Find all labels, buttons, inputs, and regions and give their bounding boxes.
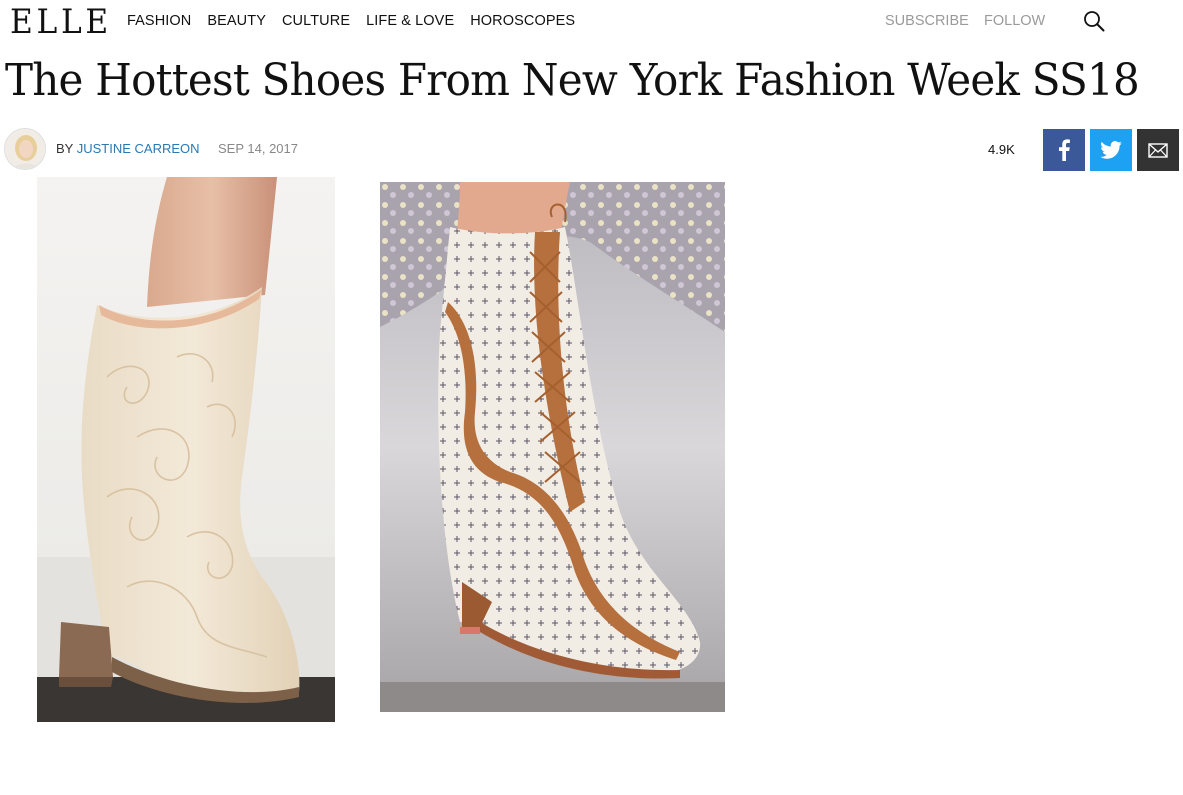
- facebook-icon: [1059, 139, 1070, 161]
- email-icon: [1148, 142, 1168, 158]
- boot-photo-2[interactable]: [380, 182, 725, 712]
- elle-logo[interactable]: ELLE: [10, 2, 112, 42]
- twitter-share-button[interactable]: [1090, 129, 1132, 171]
- main-nav: FASHION BEAUTY CULTURE LIFE & LOVE HOROS…: [127, 13, 591, 29]
- author-avatar[interactable]: [4, 128, 46, 170]
- nav-item-life-love[interactable]: LIFE & LOVE: [366, 13, 454, 29]
- facebook-share-button[interactable]: [1043, 129, 1085, 171]
- follow-link[interactable]: FOLLOW: [984, 13, 1045, 29]
- search-icon[interactable]: [1083, 10, 1105, 32]
- email-share-button[interactable]: [1137, 129, 1179, 171]
- byline-prefix: BY: [56, 141, 74, 156]
- article-title: The Hottest Shoes From New York Fashion …: [5, 55, 1140, 106]
- subscribe-link[interactable]: SUBSCRIBE: [885, 13, 969, 29]
- boot-photo-1[interactable]: [37, 177, 335, 722]
- nav-item-horoscopes[interactable]: HOROSCOPES: [470, 13, 575, 29]
- nav-item-beauty[interactable]: BEAUTY: [207, 13, 266, 29]
- twitter-icon: [1100, 141, 1122, 159]
- byline: BY JUSTINE CARREON: [56, 141, 200, 156]
- nav-item-culture[interactable]: CULTURE: [282, 13, 350, 29]
- share-count: 4.9K: [988, 142, 1015, 157]
- nav-item-fashion[interactable]: FASHION: [127, 13, 191, 29]
- publish-date: SEP 14, 2017: [218, 141, 298, 156]
- author-link[interactable]: JUSTINE CARREON: [77, 141, 200, 156]
